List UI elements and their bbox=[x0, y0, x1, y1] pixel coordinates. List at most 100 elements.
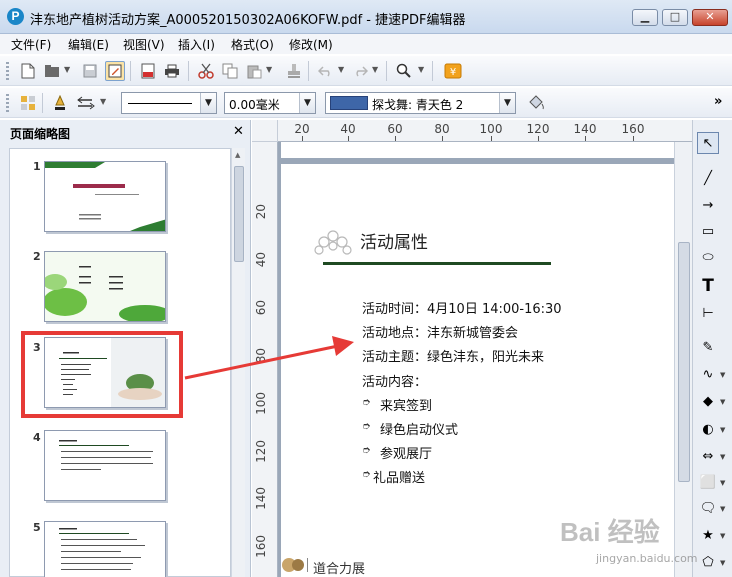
document-heading: 活动属性 bbox=[360, 233, 428, 253]
tool-dropdown-caret[interactable]: ▼ bbox=[720, 371, 725, 379]
toolbar-separator bbox=[432, 61, 433, 81]
line-style-select[interactable]: ▼ bbox=[121, 92, 217, 114]
edit-icon[interactable] bbox=[105, 61, 125, 81]
undo-dropdown-caret[interactable]: ▼ bbox=[338, 65, 344, 74]
thumbnail-image bbox=[45, 252, 165, 321]
document-scrollbar[interactable] bbox=[674, 142, 692, 577]
cut-icon[interactable] bbox=[196, 61, 216, 81]
tool-dropdown-caret[interactable]: ▼ bbox=[720, 426, 725, 434]
new-document-icon[interactable] bbox=[18, 61, 38, 81]
pencil-icon[interactable]: ✎ bbox=[697, 336, 719, 358]
minimize-button[interactable]: ▁ bbox=[632, 9, 658, 26]
paste-icon[interactable] bbox=[244, 61, 264, 81]
bullet-icon: ➮ bbox=[362, 397, 371, 408]
horizontal-ruler[interactable]: 20 40 60 80 100 120 140 160 bbox=[278, 120, 692, 142]
ruler-label: 20 bbox=[294, 122, 310, 136]
print-icon[interactable] bbox=[162, 61, 182, 81]
page-thumbnail-2[interactable] bbox=[44, 251, 166, 322]
save-icon[interactable] bbox=[80, 61, 100, 81]
menu-edit[interactable]: 编辑(E) bbox=[68, 36, 109, 53]
grid-icon[interactable] bbox=[18, 93, 38, 113]
toolbar-separator bbox=[130, 61, 131, 81]
stamp-icon[interactable] bbox=[284, 61, 304, 81]
text-icon[interactable]: T bbox=[697, 275, 719, 297]
toolbar-grip[interactable] bbox=[6, 94, 9, 112]
rectangle-icon[interactable]: ▭ bbox=[697, 220, 719, 242]
maximize-button[interactable]: □ bbox=[662, 9, 688, 26]
toolbar-grip[interactable] bbox=[6, 62, 9, 80]
diamond-icon[interactable]: ◆ bbox=[697, 390, 719, 412]
tool-dropdown-caret[interactable]: ▼ bbox=[720, 479, 725, 487]
doc-bullet-item: 礼品赠送 bbox=[373, 471, 426, 486]
footer-divider bbox=[307, 558, 308, 572]
vertical-ruler[interactable]: 20 40 60 80 100 120 140 160 bbox=[252, 142, 278, 577]
paste-dropdown-caret[interactable]: ▼ bbox=[266, 65, 272, 74]
page-thumbnail-1[interactable] bbox=[44, 161, 166, 232]
callout-icon[interactable]: 🗨 bbox=[697, 497, 719, 519]
zoom-icon[interactable] bbox=[394, 61, 414, 81]
copy-icon[interactable] bbox=[220, 61, 240, 81]
scrollbar-thumb[interactable] bbox=[234, 166, 244, 262]
line-icon[interactable]: ╱ bbox=[697, 167, 719, 189]
double-arrow-icon[interactable]: ⇔ bbox=[697, 445, 719, 467]
zoom-dropdown-caret[interactable]: ▼ bbox=[418, 65, 424, 74]
arrow-icon[interactable]: → bbox=[697, 194, 719, 216]
tool-dropdown-caret[interactable]: ▼ bbox=[720, 559, 725, 567]
page-thumbnail-4[interactable] bbox=[44, 430, 166, 501]
window-title: 沣东地产植树活动方案_A000520150302A06KOFW.pdf - 捷速… bbox=[30, 13, 466, 28]
chevron-down-icon[interactable]: ▼ bbox=[200, 93, 216, 113]
open-folder-icon[interactable] bbox=[42, 61, 62, 81]
line-ends-dropdown-caret[interactable]: ▼ bbox=[100, 97, 106, 106]
fill-bucket-icon[interactable] bbox=[526, 93, 546, 113]
scrollbar-thumb[interactable] bbox=[678, 242, 690, 482]
circle-icon[interactable]: ◐ bbox=[697, 418, 719, 440]
chevron-down-icon[interactable]: ▼ bbox=[499, 93, 515, 113]
close-button[interactable]: ✕ bbox=[692, 9, 728, 26]
scroll-up-icon[interactable]: ▲ bbox=[235, 151, 240, 159]
tool-dropdown-caret[interactable]: ▼ bbox=[720, 532, 725, 540]
toolbar-overflow-button[interactable]: » bbox=[714, 94, 722, 109]
star-icon[interactable]: ★ bbox=[697, 524, 719, 546]
doc-text-line: 活动地点：沣东新城管委会 bbox=[362, 326, 519, 341]
undo-icon[interactable] bbox=[316, 61, 336, 81]
ruler-label: 160 bbox=[621, 122, 645, 136]
menu-format[interactable]: 格式(O) bbox=[231, 36, 274, 53]
select-icon[interactable]: ↖ bbox=[697, 132, 719, 154]
redo-icon[interactable] bbox=[350, 61, 370, 81]
fill-color-select[interactable]: 探戈舞: 青天色 2 ▼ bbox=[325, 92, 516, 114]
toolbar-separator bbox=[386, 61, 387, 81]
shape-icon[interactable]: ⬜ bbox=[697, 471, 719, 493]
line-width-value: 0.00毫米 bbox=[229, 98, 280, 112]
pen-color-icon[interactable] bbox=[50, 93, 70, 113]
menu-insert[interactable]: 插入(I) bbox=[178, 36, 215, 53]
ellipse-icon[interactable]: ⬭ bbox=[697, 246, 719, 268]
fill-color-swatch bbox=[330, 96, 368, 110]
open-dropdown-caret[interactable]: ▼ bbox=[64, 65, 70, 74]
tool-dropdown-caret[interactable]: ▼ bbox=[720, 505, 725, 513]
text-box-icon[interactable]: ⊢ bbox=[697, 302, 719, 324]
menu-file[interactable]: 文件(F) bbox=[11, 36, 51, 53]
ruler-tick bbox=[302, 136, 303, 141]
doc-text-line: 活动内容： bbox=[362, 375, 428, 390]
ruler-label: 60 bbox=[387, 122, 403, 136]
line-width-select[interactable]: 0.00毫米 ▼ bbox=[224, 92, 316, 114]
doc-bullet-item: 绿色启动仪式 bbox=[380, 423, 459, 438]
polygon-icon[interactable]: ⬠ bbox=[697, 551, 719, 573]
page-thumbnail-5[interactable] bbox=[44, 521, 166, 577]
panel-close-icon[interactable]: ✕ bbox=[233, 124, 244, 139]
page-number: 4 bbox=[33, 431, 41, 444]
menu-view[interactable]: 视图(V) bbox=[123, 36, 165, 53]
menu-modify[interactable]: 修改(M) bbox=[289, 36, 333, 53]
tool-dropdown-caret[interactable]: ▼ bbox=[720, 398, 725, 406]
pdf-icon[interactable] bbox=[138, 61, 158, 81]
redo-dropdown-caret[interactable]: ▼ bbox=[372, 65, 378, 74]
doc-text-line: 活动主题：绿色沣东，阳光未来 bbox=[362, 350, 545, 365]
ruler-label: 40 bbox=[340, 122, 356, 136]
line-ends-icon[interactable] bbox=[76, 93, 96, 113]
bezier-icon[interactable]: ∿ bbox=[697, 363, 719, 385]
upgrade-icon[interactable]: ¥ bbox=[443, 61, 463, 81]
chevron-down-icon[interactable]: ▼ bbox=[299, 93, 315, 113]
heading-rule bbox=[323, 262, 551, 265]
tool-dropdown-caret[interactable]: ▼ bbox=[720, 453, 725, 461]
thumbnail-scrollbar[interactable]: ▲ bbox=[231, 148, 245, 577]
